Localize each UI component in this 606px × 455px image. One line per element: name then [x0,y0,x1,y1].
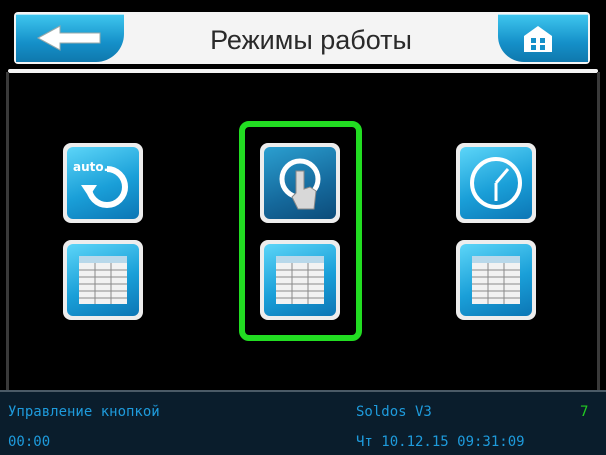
header: Режимы работы [0,0,606,75]
status-device-name: Soldos V3 [356,404,432,420]
back-button[interactable] [16,14,124,62]
touch-button-icon [279,158,321,210]
table-icon [472,256,520,304]
status-mode-text: Управление кнопкой [8,404,160,420]
status-number: 7 [580,404,589,420]
auto-mode-button[interactable]: auto. [63,143,143,223]
clock-icon [470,157,522,209]
status-bar: Управление кнопкой Soldos V3 7 00:00 Чт … [0,390,606,455]
auto-table-button[interactable] [63,240,143,320]
timer-mode-button[interactable] [456,143,536,223]
table-icon [276,256,324,304]
table-icon [79,256,127,304]
status-timer: 00:00 [8,434,51,450]
timer-table-button[interactable] [456,240,536,320]
auto-label: auto. [73,160,108,174]
page-title: Режимы работы [210,25,412,55]
manual-mode-button[interactable] [260,143,340,223]
status-datetime: Чт 10.12.15 09:31:09 [356,434,525,450]
arrow-left-icon [36,25,101,51]
home-button[interactable] [498,14,588,62]
home-icon [524,26,552,52]
auto-cycle-icon: auto. [73,160,128,208]
manual-table-button[interactable] [260,240,340,320]
screen: Режимы работы auto. Управление кнопкой S… [0,0,606,455]
